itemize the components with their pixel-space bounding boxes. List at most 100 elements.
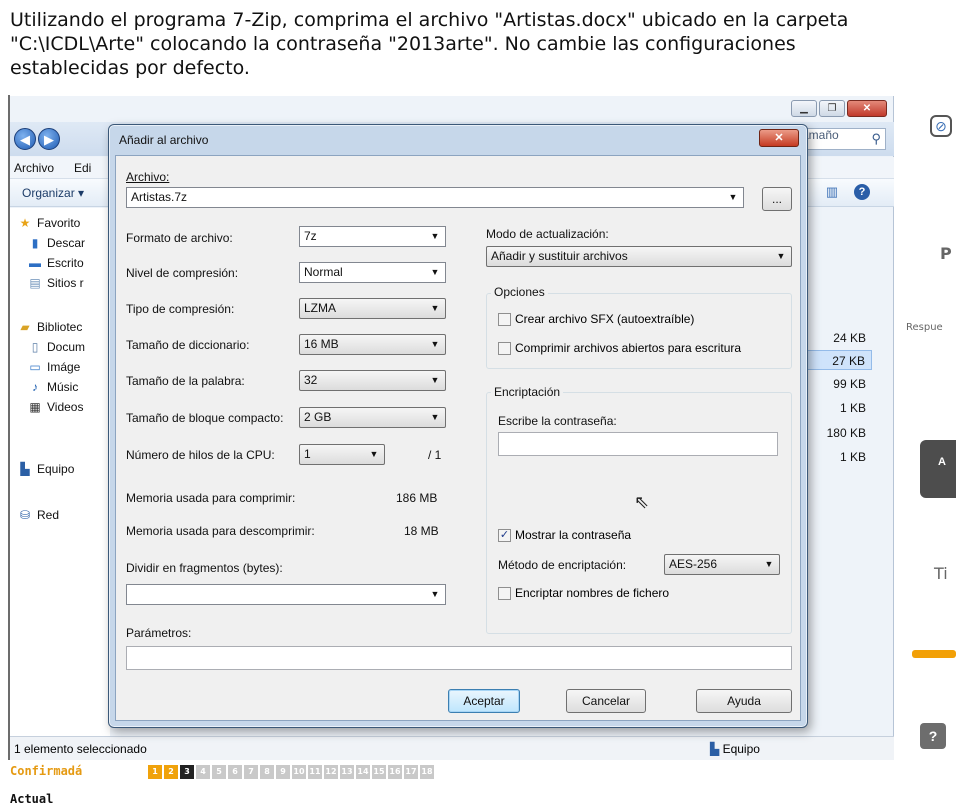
right-heading-fragment: P <box>940 244 952 263</box>
maximize-button[interactable]: ❐ <box>819 100 845 117</box>
libraries-icon: ▰ <box>20 320 30 334</box>
browse-button[interactable]: ... <box>762 187 792 211</box>
page-number-button[interactable]: 12 <box>324 765 338 779</box>
page-number-button[interactable]: 6 <box>228 765 242 779</box>
parameters-input[interactable] <box>126 646 792 670</box>
password-input[interactable] <box>498 432 778 456</box>
chevron-down-icon: ▼ <box>728 192 738 202</box>
bottom-strip <box>0 760 956 807</box>
navigation-pane: ★ Favorito ▮ Descar ▬ Escrito ▤ Sitios r ▰ Bi… <box>10 208 110 746</box>
archive-path-combo[interactable]: Artistas.7z ▼ <box>126 187 744 208</box>
minimize-button[interactable]: ▁ <box>791 100 817 117</box>
cpu-threads-select[interactable]: 1 ▼ <box>299 444 385 465</box>
star-icon: ★ <box>19 216 31 230</box>
ok-button[interactable]: Aceptar <box>448 689 520 713</box>
solid-block-select[interactable]: 2 GB ▼ <box>299 407 446 428</box>
right-panel <box>900 96 956 760</box>
type-label: Tipo de compresión: <box>126 302 235 316</box>
music-icon: ♪ <box>32 380 38 394</box>
parameters-label: Parámetros: <box>126 626 192 640</box>
dialog-body: Archivo: Artistas.7z ▼ ... Formato de ar… <box>115 155 801 721</box>
cpu-threads-label: Número de hilos de la CPU: <box>126 448 275 462</box>
chevron-down-icon: ▼ <box>369 449 379 459</box>
page-number-button[interactable]: 3 <box>180 765 194 779</box>
page-number-button[interactable]: 15 <box>372 765 386 779</box>
nav-music[interactable]: ♪ Músic <box>28 380 78 394</box>
chevron-down-icon: ▼ <box>430 303 440 313</box>
level-select[interactable]: Normal ▼ <box>299 262 446 283</box>
page-number-button[interactable]: 17 <box>404 765 418 779</box>
encryption-method-select[interactable]: AES-256 ▼ <box>664 554 780 575</box>
page-number-button[interactable]: 7 <box>244 765 258 779</box>
nav-network[interactable]: ⛁ Red <box>18 508 59 522</box>
right-answer-fragment: Respue <box>906 322 943 333</box>
document-icon: ▯ <box>31 340 39 354</box>
password-label: Escribe la contraseña: <box>498 414 617 428</box>
page-number-button[interactable]: 18 <box>420 765 434 779</box>
chevron-down-icon: ▼ <box>430 339 440 349</box>
help-dialog-button[interactable]: Ayuda <box>696 689 792 713</box>
options-group-title: Opciones <box>491 285 548 299</box>
computer-icon: ▙ <box>20 462 30 476</box>
compass-logo-icon: ⊘ <box>930 115 952 137</box>
page-number-button[interactable]: 16 <box>388 765 402 779</box>
preview-pane-icon[interactable]: ▥ <box>824 184 840 200</box>
nav-favorites[interactable]: ★ Favorito <box>18 216 81 230</box>
right-gray-button[interactable]: A <box>920 440 956 498</box>
menu-edicion[interactable]: Edi <box>74 161 91 175</box>
chevron-down-icon: ▼ <box>430 231 440 241</box>
chevron-down-icon: ▼ <box>764 559 774 569</box>
page-number-button[interactable]: 2 <box>164 765 178 779</box>
close-window-button[interactable]: ✕ <box>847 100 887 117</box>
status-selection-text: 1 elemento seleccionado <box>14 742 147 756</box>
encrypt-filenames-checkbox[interactable]: Encriptar nombres de fichero <box>498 586 669 600</box>
encryption-group-title: Encriptación <box>491 385 564 399</box>
computer-icon: ▙ <box>710 742 720 756</box>
compress-shared-checkbox[interactable]: Comprimir archivos abiertos para escritu… <box>498 341 741 355</box>
back-icon[interactable]: ◀ <box>14 128 36 150</box>
update-mode-select[interactable]: Añadir y sustituir archivos ▼ <box>486 246 792 267</box>
actual-label: Actual <box>10 792 54 806</box>
split-volumes-combo[interactable]: ▼ <box>126 584 446 605</box>
forward-icon[interactable]: ▶ <box>38 128 60 150</box>
page-number-button[interactable]: 11 <box>308 765 322 779</box>
cancel-button[interactable]: Cancelar <box>566 689 646 713</box>
nav-desktop[interactable]: ▬ Escrito <box>28 256 84 270</box>
dialog-close-button[interactable]: ✕ <box>759 129 799 147</box>
nav-libraries[interactable]: ▰ Bibliotec <box>18 320 82 334</box>
page-number-button[interactable]: 9 <box>276 765 290 779</box>
mouse-cursor-icon: ⇖ <box>634 492 650 512</box>
help-button[interactable]: ? <box>920 723 946 749</box>
nav-videos[interactable]: ▦ Videos <box>28 400 83 414</box>
word-size-select[interactable]: 32 ▼ <box>299 370 446 391</box>
page-number-button[interactable]: 4 <box>196 765 210 779</box>
page-number-button[interactable]: 14 <box>356 765 370 779</box>
dictionary-size-select[interactable]: 16 MB ▼ <box>299 334 446 355</box>
page-number-button[interactable]: 5 <box>212 765 226 779</box>
page-number-button[interactable]: 13 <box>340 765 354 779</box>
page-number-button[interactable]: 1 <box>148 765 162 779</box>
word-size-label: Tamaño de la palabra: <box>126 374 245 388</box>
nav-documents[interactable]: ▯ Docum <box>28 340 85 354</box>
format-label: Formato de archivo: <box>126 231 233 245</box>
page-number-button[interactable]: 10 <box>292 765 306 779</box>
nav-downloads[interactable]: ▮ Descar <box>28 236 85 250</box>
nav-pictures[interactable]: ▭ Imáge <box>28 360 80 374</box>
dialog-title: Añadir al archivo <box>119 133 209 147</box>
cpu-threads-max: / 1 <box>428 448 442 462</box>
show-password-checkbox[interactable]: ✓ Mostrar la contraseña <box>498 528 631 542</box>
archive-label: Archivo: <box>126 170 170 184</box>
format-select[interactable]: 7z ▼ <box>299 226 446 247</box>
nav-recent-places[interactable]: ▤ Sitios r <box>28 276 83 290</box>
encryption-method-label: Método de encriptación: <box>498 558 627 572</box>
menu-archivo[interactable]: Archivo <box>14 161 54 175</box>
help-icon[interactable]: ? <box>854 184 870 200</box>
sfx-checkbox[interactable]: Crear archivo SFX (autoextraíble) <box>498 312 694 326</box>
organize-button[interactable]: Organizar ▾ <box>22 186 84 200</box>
checkmark-icon: ✓ <box>498 528 511 542</box>
nav-computer[interactable]: ▙ Equipo <box>18 462 74 476</box>
chevron-down-icon: ▼ <box>776 251 786 261</box>
page-number-button[interactable]: 8 <box>260 765 274 779</box>
download-folder-icon: ▮ <box>31 236 39 250</box>
compression-method-select[interactable]: LZMA ▼ <box>299 298 446 319</box>
